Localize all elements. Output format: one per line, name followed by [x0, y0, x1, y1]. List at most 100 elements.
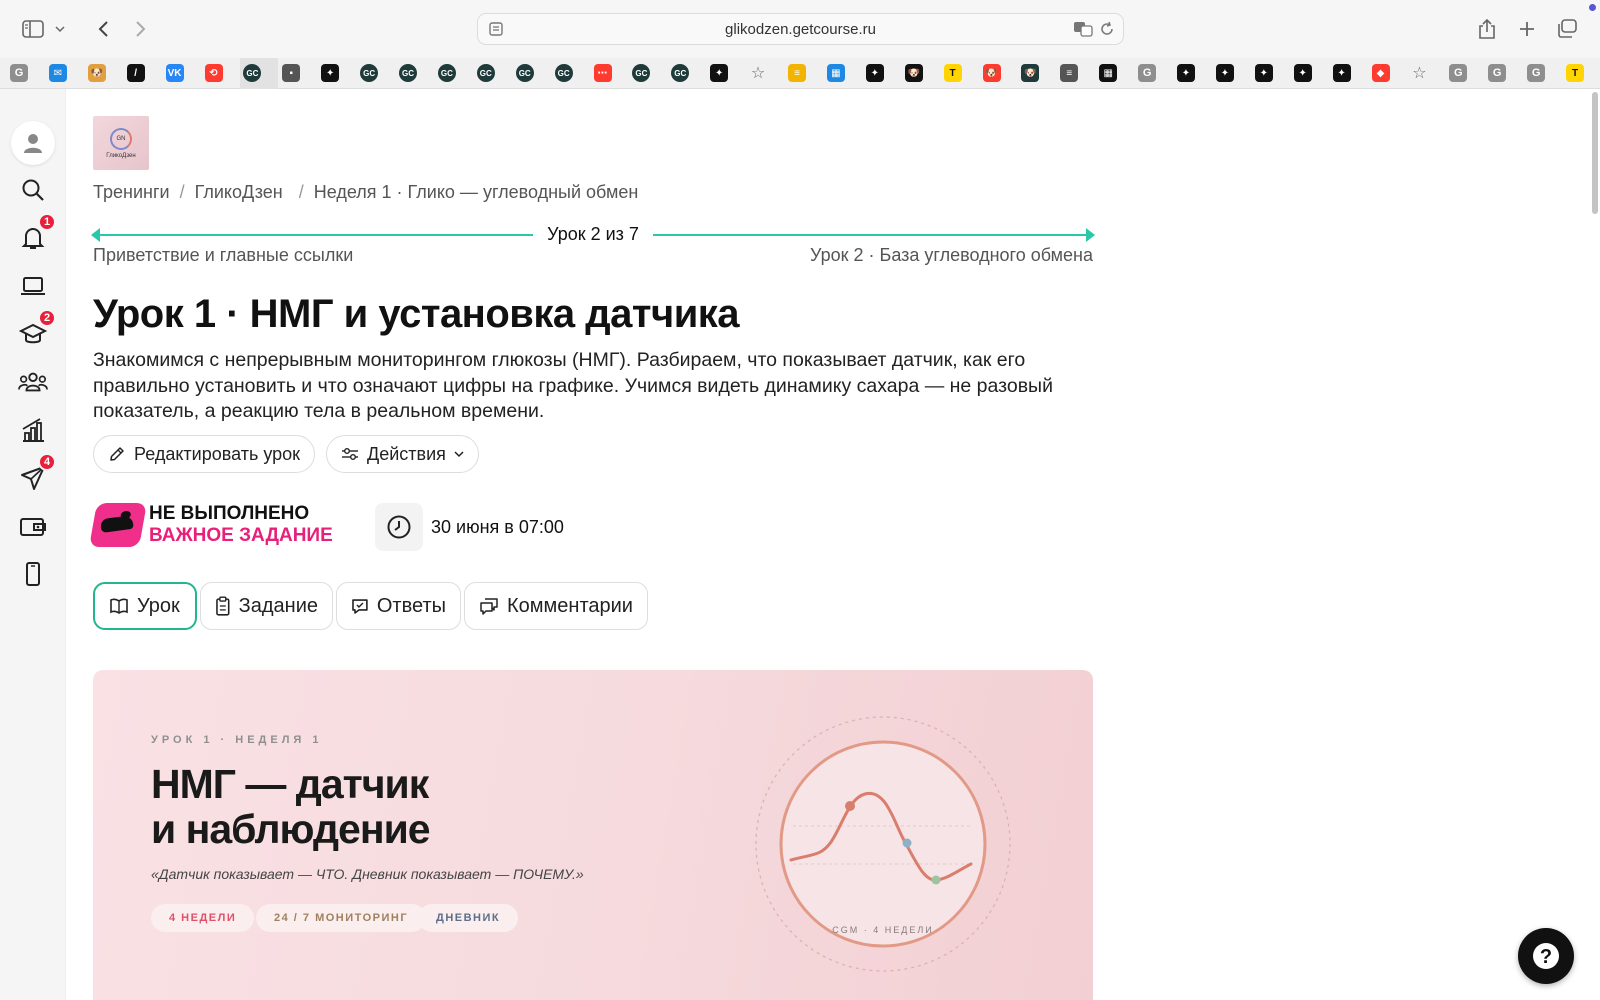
- new-tab-icon[interactable]: [1512, 14, 1542, 44]
- favorite-bookmark-icon[interactable]: 🐶: [87, 64, 106, 82]
- favorite-bookmark-icon[interactable]: G: [1449, 64, 1468, 82]
- breadcrumb-separator: /: [298, 182, 304, 202]
- favorite-bookmark-icon[interactable]: ◆: [1371, 64, 1390, 82]
- favorite-bookmark-icon[interactable]: G: [10, 64, 28, 82]
- favorite-bookmark-icon[interactable]: ☆: [1410, 64, 1428, 82]
- cover-tag-label: 4 НЕДЕЛИ: [169, 912, 237, 924]
- favorite-bookmark-icon[interactable]: G: [1138, 64, 1157, 82]
- chevron-down-icon[interactable]: [50, 14, 70, 44]
- deadline-text: 30 июня в 07:00: [431, 516, 564, 537]
- prev-arrow-icon[interactable]: [91, 228, 100, 242]
- favorite-bookmark-icon[interactable]: ≡: [1060, 64, 1079, 82]
- edit-lesson-button[interactable]: Редактировать урок: [93, 435, 316, 473]
- favorite-bookmark-icon[interactable]: GC: [671, 64, 690, 82]
- analytics-chart-icon[interactable]: [18, 415, 48, 445]
- favorite-bookmark-icon[interactable]: ✦: [710, 64, 729, 82]
- favorite-bookmark-icon[interactable]: 🐶: [1021, 64, 1040, 82]
- laptop-icon[interactable]: [18, 271, 48, 301]
- favorite-bookmark-icon[interactable]: ✉: [48, 64, 67, 82]
- favorite-bookmark-icon[interactable]: ⟲: [204, 64, 223, 82]
- next-lesson-link[interactable]: Урок 2 · База углеводного обмена: [810, 245, 1093, 266]
- notifications-bell-icon[interactable]: 1: [18, 213, 56, 253]
- favorite-bookmark-icon[interactable]: /: [126, 64, 145, 82]
- tab-lesson[interactable]: Урок: [93, 582, 197, 630]
- share-icon[interactable]: [1472, 14, 1502, 44]
- favorite-bookmark-icon[interactable]: ✦: [321, 64, 340, 82]
- tab-overview-icon[interactable]: [1552, 14, 1582, 44]
- back-icon[interactable]: [88, 14, 118, 44]
- reload-icon[interactable]: [1099, 21, 1115, 41]
- favorite-bookmark-icon[interactable]: GC: [360, 64, 379, 82]
- favorite-bookmark-icon[interactable]: GC: [515, 64, 534, 82]
- favorite-bookmark-icon[interactable]: G: [1488, 64, 1507, 82]
- breadcrumb-item-module[interactable]: Неделя 1 · Глико — углеводный обмен: [314, 182, 639, 202]
- favorite-bookmark-icon[interactable]: ✦: [865, 64, 884, 82]
- next-arrow-icon[interactable]: [1086, 228, 1095, 242]
- cover-tag: ДНЕВНИК: [418, 904, 519, 932]
- favorite-bookmark-icon[interactable]: 🐶: [904, 64, 923, 82]
- favorites-bar: G ✉ 🐶 / VK ⟲ GC ▪ ✦ GC GC GC GC GC GC ⋯ GC GC ✦ ☆ ≡ ▦ ✦ 🐶 T 🐶 🐶 ≡ ▦ G…: [0, 58, 1600, 89]
- notification-dot-icon: [1589, 4, 1596, 11]
- school-logo[interactable]: GN ГликоДзен: [93, 116, 149, 170]
- favorite-bookmark-icon[interactable]: VK: [165, 64, 184, 82]
- edit-lesson-label: Редактировать урок: [134, 443, 301, 464]
- messages-badge: 4: [38, 453, 56, 471]
- next-lesson-line[interactable]: [653, 234, 1093, 236]
- favorite-bookmark-icon[interactable]: ✦: [1177, 64, 1195, 82]
- favorite-bookmark-icon[interactable]: ☆: [749, 64, 767, 82]
- favorite-bookmark-icon[interactable]: GC: [476, 64, 495, 82]
- book-icon: [110, 598, 128, 614]
- cover-tag-label: ДНЕВНИК: [436, 912, 501, 924]
- favorite-bookmark-icon[interactable]: T: [1566, 64, 1584, 82]
- browser-toolbar: glikodzen.getcourse.ru: [0, 0, 1600, 58]
- favorite-bookmark-icon[interactable]: ✦: [1215, 64, 1234, 82]
- actions-label: Действия: [367, 443, 446, 464]
- forward-icon[interactable]: [126, 14, 156, 44]
- sidebar-toggle-icon[interactable]: [18, 14, 48, 44]
- cover-tag-label: 24 / 7 МОНИТОРИНГ: [274, 912, 409, 924]
- address-bar[interactable]: glikodzen.getcourse.ru: [477, 13, 1124, 45]
- tab-assignment[interactable]: Задание: [200, 582, 333, 630]
- cover-title: НМГ — датчик и наблюдение: [151, 762, 431, 852]
- chart-caption: CGM · 4 НЕДЕЛИ: [832, 925, 933, 935]
- favorite-bookmark-icon[interactable]: GC: [554, 64, 573, 82]
- favorite-bookmark-icon[interactable]: G: [1527, 64, 1546, 82]
- favorite-bookmark-icon[interactable]: T: [943, 64, 962, 82]
- translate-icon[interactable]: [1073, 21, 1093, 41]
- scrollbar[interactable]: [1592, 92, 1598, 214]
- users-group-icon[interactable]: [18, 367, 48, 397]
- wallet-icon[interactable]: [18, 511, 48, 541]
- search-icon[interactable]: [18, 175, 48, 205]
- favorite-bookmark-icon[interactable]: GC: [632, 64, 651, 82]
- breadcrumb-item-course[interactable]: ГликоДзен: [195, 182, 283, 202]
- actions-dropdown-button[interactable]: Действия: [326, 435, 479, 473]
- avatar[interactable]: [11, 121, 55, 165]
- breadcrumb-item-trainings[interactable]: Тренинги: [93, 182, 170, 202]
- tab-answers[interactable]: Ответы: [336, 582, 461, 630]
- favorite-bookmark-icon[interactable]: ▪: [282, 64, 301, 82]
- prev-lesson-link[interactable]: Приветствие и главные ссылки: [93, 245, 353, 266]
- favorite-bookmark-icon[interactable]: GC: [437, 64, 456, 82]
- cover-eyebrow: УРОК 1 · НЕДЕЛЯ 1: [151, 734, 323, 746]
- favorite-bookmark-icon[interactable]: 🐶: [982, 64, 1001, 82]
- chat-check-icon: [352, 599, 368, 614]
- favorite-bookmark-icon[interactable]: ▦: [826, 64, 845, 82]
- favorite-bookmark-icon[interactable]: ✦: [1293, 64, 1312, 82]
- prev-lesson-line[interactable]: [93, 234, 533, 236]
- favorite-bookmark-icon[interactable]: ⋯: [593, 64, 612, 82]
- site-settings-icon[interactable]: [488, 21, 504, 41]
- logo-mark: GN: [110, 127, 132, 150]
- favorite-bookmark-icon[interactable]: ✦: [1332, 64, 1351, 82]
- mobile-phone-icon[interactable]: [18, 559, 48, 589]
- tab-comments[interactable]: Комментарии: [464, 582, 648, 630]
- favorite-bookmark-icon[interactable]: GC: [399, 64, 417, 82]
- help-button[interactable]: ?: [1518, 928, 1574, 984]
- graduation-cap-icon[interactable]: 2: [18, 309, 56, 349]
- lesson-cover-image: УРОК 1 · НЕДЕЛЯ 1 НМГ — датчик и наблюде…: [93, 670, 1093, 1000]
- status-not-done: НЕ ВЫПОЛНЕНО: [147, 503, 312, 525]
- favorite-bookmark-icon[interactable]: ✦: [1254, 64, 1273, 82]
- paper-plane-icon[interactable]: 4: [18, 453, 56, 493]
- favorite-bookmark-icon[interactable]: ▦: [1099, 64, 1118, 82]
- url-text: glikodzen.getcourse.ru: [725, 20, 876, 38]
- favorite-bookmark-icon[interactable]: ≡: [788, 64, 806, 82]
